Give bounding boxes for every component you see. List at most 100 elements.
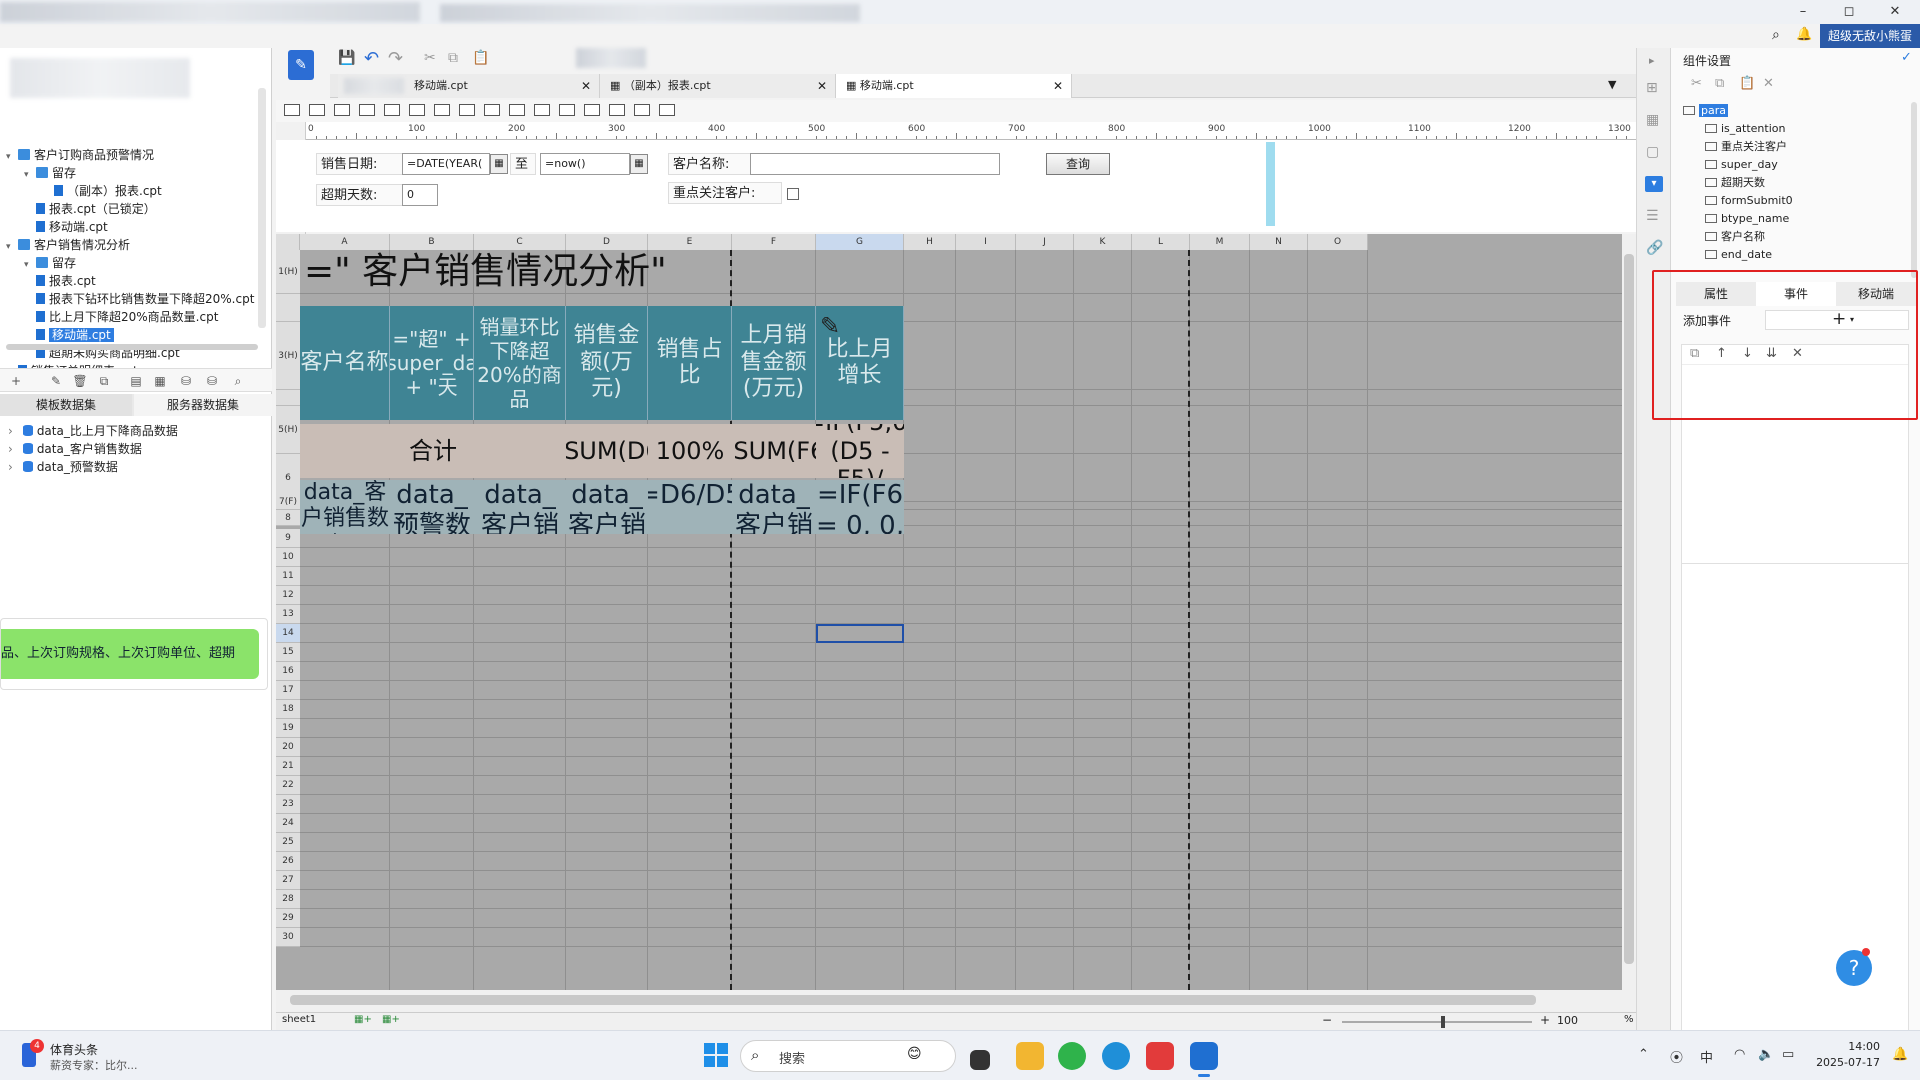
row-header[interactable]: 17 bbox=[276, 681, 300, 700]
row-header[interactable]: 22 bbox=[276, 776, 300, 795]
undo-icon[interactable]: ↶ bbox=[364, 48, 379, 69]
frame-icon[interactable]: ▢ bbox=[1646, 144, 1659, 160]
copy-icon[interactable]: ⧉ bbox=[448, 50, 458, 66]
checkbox-widget-icon[interactable] bbox=[409, 104, 425, 116]
column-header[interactable]: K bbox=[1074, 234, 1132, 250]
data-cell[interactable]: data_客户销售数 bbox=[474, 480, 566, 534]
zoom-out-icon[interactable]: − bbox=[1322, 1013, 1332, 1027]
data-cell[interactable]: data_预警数据 bbox=[390, 480, 474, 534]
data-cell[interactable]: data_客户销售数据. bbox=[300, 480, 390, 534]
row-header[interactable]: 14 bbox=[276, 624, 300, 643]
widget-tree-item[interactable]: super_day bbox=[1705, 156, 1778, 174]
widget-tree-item[interactable]: end_date bbox=[1705, 246, 1772, 264]
copy-icon[interactable]: ⧉ bbox=[1715, 76, 1724, 91]
wifi-icon[interactable]: ◠ bbox=[1734, 1047, 1745, 1062]
tab-mobile-cpt-active[interactable]: ▦ 移动端.cpt ✕ bbox=[836, 74, 1072, 98]
row-header[interactable]: 1(H) bbox=[276, 250, 300, 294]
add-icon[interactable]: + bbox=[8, 373, 24, 389]
add-sheet-icon[interactable]: ▦+ bbox=[354, 1014, 372, 1025]
tree-hscrollbar[interactable] bbox=[6, 344, 258, 350]
column-header[interactable]: G bbox=[816, 234, 904, 250]
focus-customer-checkbox[interactable] bbox=[787, 188, 799, 200]
copy-icon[interactable]: ⧉ bbox=[96, 373, 112, 389]
column-header[interactable]: H bbox=[904, 234, 956, 250]
tab-copy-report[interactable]: ▦ （副本）报表.cpt ✕ bbox=[600, 74, 836, 98]
close-icon[interactable]: ✕ bbox=[817, 74, 827, 98]
label-widget-icon[interactable] bbox=[509, 104, 525, 116]
column-header[interactable]: C bbox=[474, 234, 566, 250]
zoom-in-icon[interactable]: + bbox=[1540, 1013, 1550, 1027]
row-header[interactable]: 18 bbox=[276, 700, 300, 719]
edge-icon[interactable] bbox=[1102, 1042, 1130, 1070]
add-poly-sheet-icon[interactable]: ▦+ bbox=[382, 1014, 400, 1025]
row-header[interactable]: 20 bbox=[276, 738, 300, 757]
wps-icon[interactable] bbox=[1146, 1042, 1174, 1070]
row-header[interactable]: 9 bbox=[276, 529, 300, 548]
calendar-icon[interactable]: ▦ bbox=[490, 154, 508, 174]
total-cell[interactable]: 100% bbox=[648, 424, 732, 478]
cut-icon[interactable]: ✂ bbox=[1691, 76, 1702, 91]
preview-icon[interactable]: ▤ bbox=[128, 373, 144, 389]
tree-item[interactable]: 移动端.cpt bbox=[24, 326, 114, 344]
row-header[interactable]: 24 bbox=[276, 814, 300, 833]
tree-item[interactable]: ▾ 客户订购商品预警情况 bbox=[6, 146, 154, 164]
row-header[interactable]: 25 bbox=[276, 833, 300, 852]
row-header[interactable]: 23 bbox=[276, 795, 300, 814]
column-header[interactable]: M bbox=[1190, 234, 1250, 250]
grid-icon[interactable]: ▦ bbox=[1646, 112, 1659, 128]
tree-item[interactable]: ▾ 留存 bbox=[24, 164, 76, 182]
chart-widget-icon[interactable] bbox=[634, 104, 650, 116]
tree-item[interactable]: ▾ 客户销售情况分析 bbox=[6, 236, 130, 254]
paste-icon[interactable]: 📋 bbox=[472, 50, 489, 66]
textbox-widget-icon[interactable] bbox=[284, 104, 300, 116]
row-header[interactable]: 5(H) bbox=[276, 406, 300, 454]
redo-icon[interactable]: ↷ bbox=[388, 48, 403, 69]
row-header[interactable]: 21 bbox=[276, 757, 300, 776]
data-cell[interactable]: data_客户销售 bbox=[566, 480, 648, 534]
dataset-item[interactable]: › data_客户销售数据 bbox=[8, 440, 142, 458]
tab-server-dataset[interactable]: 服务器数据集 bbox=[134, 394, 272, 416]
chevron-down-icon[interactable]: ▾ bbox=[6, 148, 18, 166]
data-cell[interactable]: =IF(F6 = 0, 0,( bbox=[816, 480, 904, 534]
chevron-right-icon[interactable]: › bbox=[8, 424, 13, 438]
link-icon[interactable]: 🔗 bbox=[1646, 240, 1663, 256]
row-header[interactable]: 16 bbox=[276, 662, 300, 681]
tree-item[interactable]: 报表.cpt（已锁定） bbox=[24, 200, 156, 218]
column-header[interactable]: D bbox=[566, 234, 648, 250]
dataset-item[interactable]: › data_预警数据 bbox=[8, 458, 118, 476]
row-header[interactable]: 30 bbox=[276, 928, 300, 947]
dataset-item[interactable]: › data_比上月下降商品数据 bbox=[8, 422, 178, 440]
overdue-days-input[interactable]: 0 bbox=[402, 184, 438, 206]
volume-icon[interactable]: 🔈 bbox=[1758, 1047, 1774, 1062]
column-header[interactable]: F bbox=[732, 234, 816, 250]
hscroll-thumb[interactable] bbox=[290, 995, 1536, 1005]
vscroll-thumb[interactable] bbox=[1624, 254, 1634, 964]
chevron-up-icon[interactable]: ⌃ bbox=[1638, 1047, 1649, 1062]
row-header[interactable]: 2(H) bbox=[276, 294, 300, 322]
clock-time[interactable]: 14:00 bbox=[1816, 1040, 1880, 1053]
frame-widget-icon[interactable] bbox=[584, 104, 600, 116]
tab-template-dataset[interactable]: 模板数据集 bbox=[0, 394, 132, 416]
button-widget-icon[interactable] bbox=[534, 104, 550, 116]
user-name-badge[interactable]: 超级无敌小熊蛋 bbox=[1819, 24, 1920, 48]
column-header[interactable]: N bbox=[1250, 234, 1308, 250]
taskbar-search-input[interactable]: ⌕ 搜索 😊 bbox=[740, 1040, 956, 1072]
chevron-down-icon[interactable]: ▾ bbox=[24, 166, 36, 184]
row-header[interactable]: 8 bbox=[276, 510, 300, 526]
textarea-widget-icon[interactable] bbox=[309, 104, 325, 116]
image-widget-icon[interactable] bbox=[609, 104, 625, 116]
row-header[interactable]: 19 bbox=[276, 719, 300, 738]
cut-icon[interactable]: ✂ bbox=[424, 50, 436, 66]
clock-date[interactable]: 2025-07-17 bbox=[1806, 1056, 1880, 1069]
column-header[interactable]: A bbox=[300, 234, 390, 250]
tree-item[interactable]: ▾ 留存 bbox=[24, 254, 76, 272]
save-icon[interactable]: 💾 bbox=[338, 50, 355, 66]
column-header[interactable]: L bbox=[1132, 234, 1190, 250]
total-label-cell[interactable]: 合计 bbox=[300, 424, 566, 478]
customer-name-input[interactable] bbox=[750, 153, 1000, 175]
finereport-icon[interactable] bbox=[1190, 1042, 1218, 1070]
row-header[interactable]: 29 bbox=[276, 909, 300, 928]
tab-menu-icon[interactable]: ▼ bbox=[1608, 78, 1616, 91]
close-window-button[interactable]: ✕ bbox=[1880, 2, 1910, 22]
pin-icon[interactable]: ✓ bbox=[1901, 50, 1912, 65]
